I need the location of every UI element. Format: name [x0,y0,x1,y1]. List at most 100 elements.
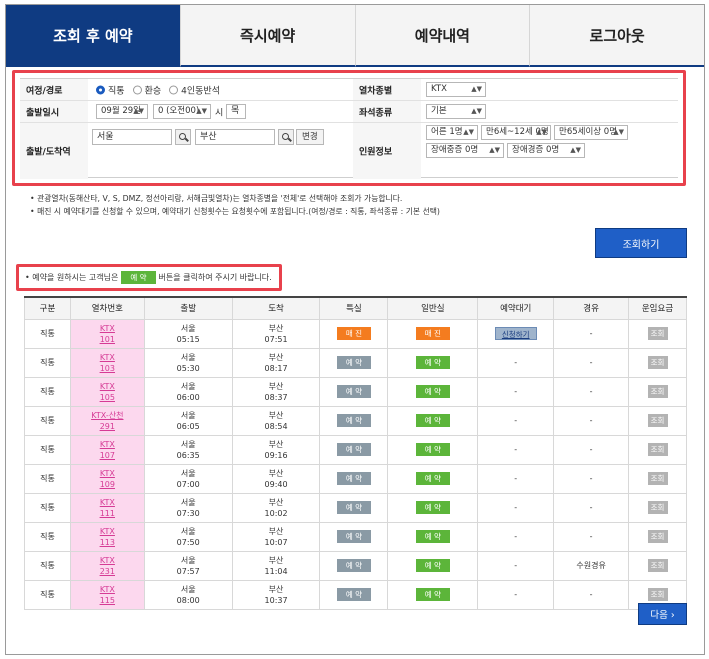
fare-cell: 조회 [628,318,687,349]
waitlist-cell: - [477,463,555,494]
general-class-button[interactable]: 예 약 [415,414,450,427]
arrival-cell: 부산 08:37 [231,376,321,407]
general-class-button[interactable]: 예 약 [415,356,450,369]
arrival-cell: 부산 07:51 [231,318,321,349]
train-number-link[interactable]: KTX 103 [100,353,115,373]
waitlist-cell: - [477,550,555,581]
train-number-cell: KTX 103 [69,347,145,378]
general-class-button[interactable]: 예 약 [415,443,450,456]
train-number-link[interactable]: KTX 115 [100,585,115,605]
departure-cell: 서울 07:30 [143,492,233,523]
train-number-cell: KTX 113 [69,521,145,552]
first-class-button[interactable]: 예 약 [336,414,371,427]
departure-cell: 서울 05:15 [143,318,233,349]
route-type-cell: 직통 [24,434,71,465]
first-class-cell: 예 약 [319,492,389,523]
general-class-cell: 예 약 [387,579,479,610]
train-number-link[interactable]: KTX 101 [100,324,115,344]
first-class-button[interactable]: 매 진 [336,327,371,340]
first-class-cell: 예 약 [319,405,389,436]
fare-cell: 조회 [628,434,687,465]
arrival-cell: 부산 08:54 [231,405,321,436]
arrival-cell: 부산 10:07 [231,521,321,552]
general-class-button[interactable]: 예 약 [415,472,450,485]
route-type-cell: 직통 [24,347,71,378]
table-row: 직통 KTX-산천 291 서울 06:05 부산 08:54 예 약 예 약 - - 조회 [24,405,687,436]
tab-search-reserve[interactable]: 조회 후 예약 [6,5,180,67]
fare-inquiry-button[interactable]: 조회 [647,559,668,572]
via-cell: - [553,347,630,378]
via-cell: - [553,463,630,494]
tab-instant-reserve[interactable]: 즉시예약 [179,5,355,67]
waitlist-cell: - [477,434,555,465]
first-class-button[interactable]: 예 약 [336,588,371,601]
train-number-link[interactable]: KTX 111 [100,498,115,518]
first-class-button[interactable]: 예 약 [336,530,371,543]
fare-inquiry-button[interactable]: 조회 [647,414,668,427]
arrival-cell: 부산 10:37 [231,579,321,610]
route-type-cell: 직통 [24,376,71,407]
arrival-cell: 부산 09:40 [231,463,321,494]
fare-inquiry-button[interactable]: 조회 [647,356,668,369]
general-class-cell: 예 약 [387,376,479,407]
general-class-cell: 예 약 [387,550,479,581]
via-cell: - [553,521,630,552]
via-cell: 수원경유 [553,550,630,581]
table-row: 직통 KTX 105 서울 06:00 부산 08:37 예 약 예 약 - - 조회 [24,376,687,407]
first-class-button[interactable]: 예 약 [336,472,371,485]
general-class-button[interactable]: 예 약 [415,501,450,514]
first-class-button[interactable]: 예 약 [336,559,371,572]
fare-inquiry-button[interactable]: 조회 [647,443,668,456]
first-class-button[interactable]: 예 약 [336,443,371,456]
route-type-cell: 직통 [24,405,71,436]
train-results-table: 구분 열차번호 출발 도착 특실 일반실 예약대기 경유 운임요금 직통 KTX 1… [24,296,687,610]
departure-cell: 서울 07:00 [143,463,233,494]
reserve-hint: • 예약을 원하시는 고객님은 예 약 버튼을 클릭하여 주시기 바랍니다. [25,271,272,284]
hint-reserve-sample: 예 약 [121,271,156,284]
table-row: 직통 KTX 231 서울 07:57 부산 11:04 예 약 예 약 - 수원경유 조회 [24,550,687,581]
fare-inquiry-button[interactable]: 조회 [647,501,668,514]
fare-inquiry-button[interactable]: 조회 [647,385,668,398]
fare-inquiry-button[interactable]: 조회 [647,530,668,543]
general-class-cell: 예 약 [387,405,479,436]
notice-item: 관광열차(동해산타, V, S, DMZ, 정선아리랑, 서해금빛열차)는 열차… [30,192,440,205]
table-row: 직통 KTX 103 서울 05:30 부산 08:17 예 약 예 약 - - 조회 [24,347,687,378]
general-class-button[interactable]: 예 약 [415,559,450,572]
general-class-button[interactable]: 예 약 [415,385,450,398]
general-class-button[interactable]: 예 약 [415,530,450,543]
fare-inquiry-button[interactable]: 조회 [647,327,668,340]
train-number-cell: KTX 111 [69,492,145,523]
first-class-button[interactable]: 예 약 [336,385,371,398]
tab-logout[interactable]: 로그아웃 [529,5,704,67]
train-number-link[interactable]: KTX 113 [100,527,115,547]
train-number-link[interactable]: KTX 109 [100,469,115,489]
fare-cell: 조회 [628,550,687,581]
general-class-button[interactable]: 예 약 [415,588,450,601]
next-page-button[interactable]: 다음 › [638,603,687,625]
departure-cell: 서울 07:50 [143,521,233,552]
search-submit-button[interactable]: 조회하기 [595,228,687,258]
train-number-link[interactable]: KTX 107 [100,440,115,460]
fare-cell: 조회 [628,492,687,523]
waitlist-apply-button[interactable]: 신청하기 [494,327,537,340]
train-number-link[interactable]: KTX-산천 291 [91,411,123,431]
table-row: 직통 KTX 101 서울 05:15 부산 07:51 매 진 매 진 신청하기 - 조회 [24,318,687,349]
fare-inquiry-button[interactable]: 조회 [647,588,668,601]
table-row: 직통 KTX 115 서울 08:00 부산 10:37 예 약 예 약 - - 조회 [24,579,687,610]
via-cell: - [553,434,630,465]
route-type-cell: 직통 [24,579,71,610]
waitlist-cell: 신청하기 [477,318,555,349]
tab-reservation-history[interactable]: 예약내역 [354,5,530,67]
train-number-link[interactable]: KTX 105 [100,382,115,402]
departure-cell: 서울 06:35 [143,434,233,465]
first-class-cell: 예 약 [319,463,389,494]
fare-cell: 조회 [628,347,687,378]
first-class-button[interactable]: 예 약 [336,356,371,369]
table-row: 직통 KTX 111 서울 07:30 부산 10:02 예 약 예 약 - - 조회 [24,492,687,523]
train-number-link[interactable]: KTX 231 [100,556,115,576]
fare-inquiry-button[interactable]: 조회 [647,472,668,485]
first-class-button[interactable]: 예 약 [336,501,371,514]
fare-cell: 조회 [628,405,687,436]
general-class-button[interactable]: 매 진 [415,327,450,340]
via-cell: - [553,492,630,523]
